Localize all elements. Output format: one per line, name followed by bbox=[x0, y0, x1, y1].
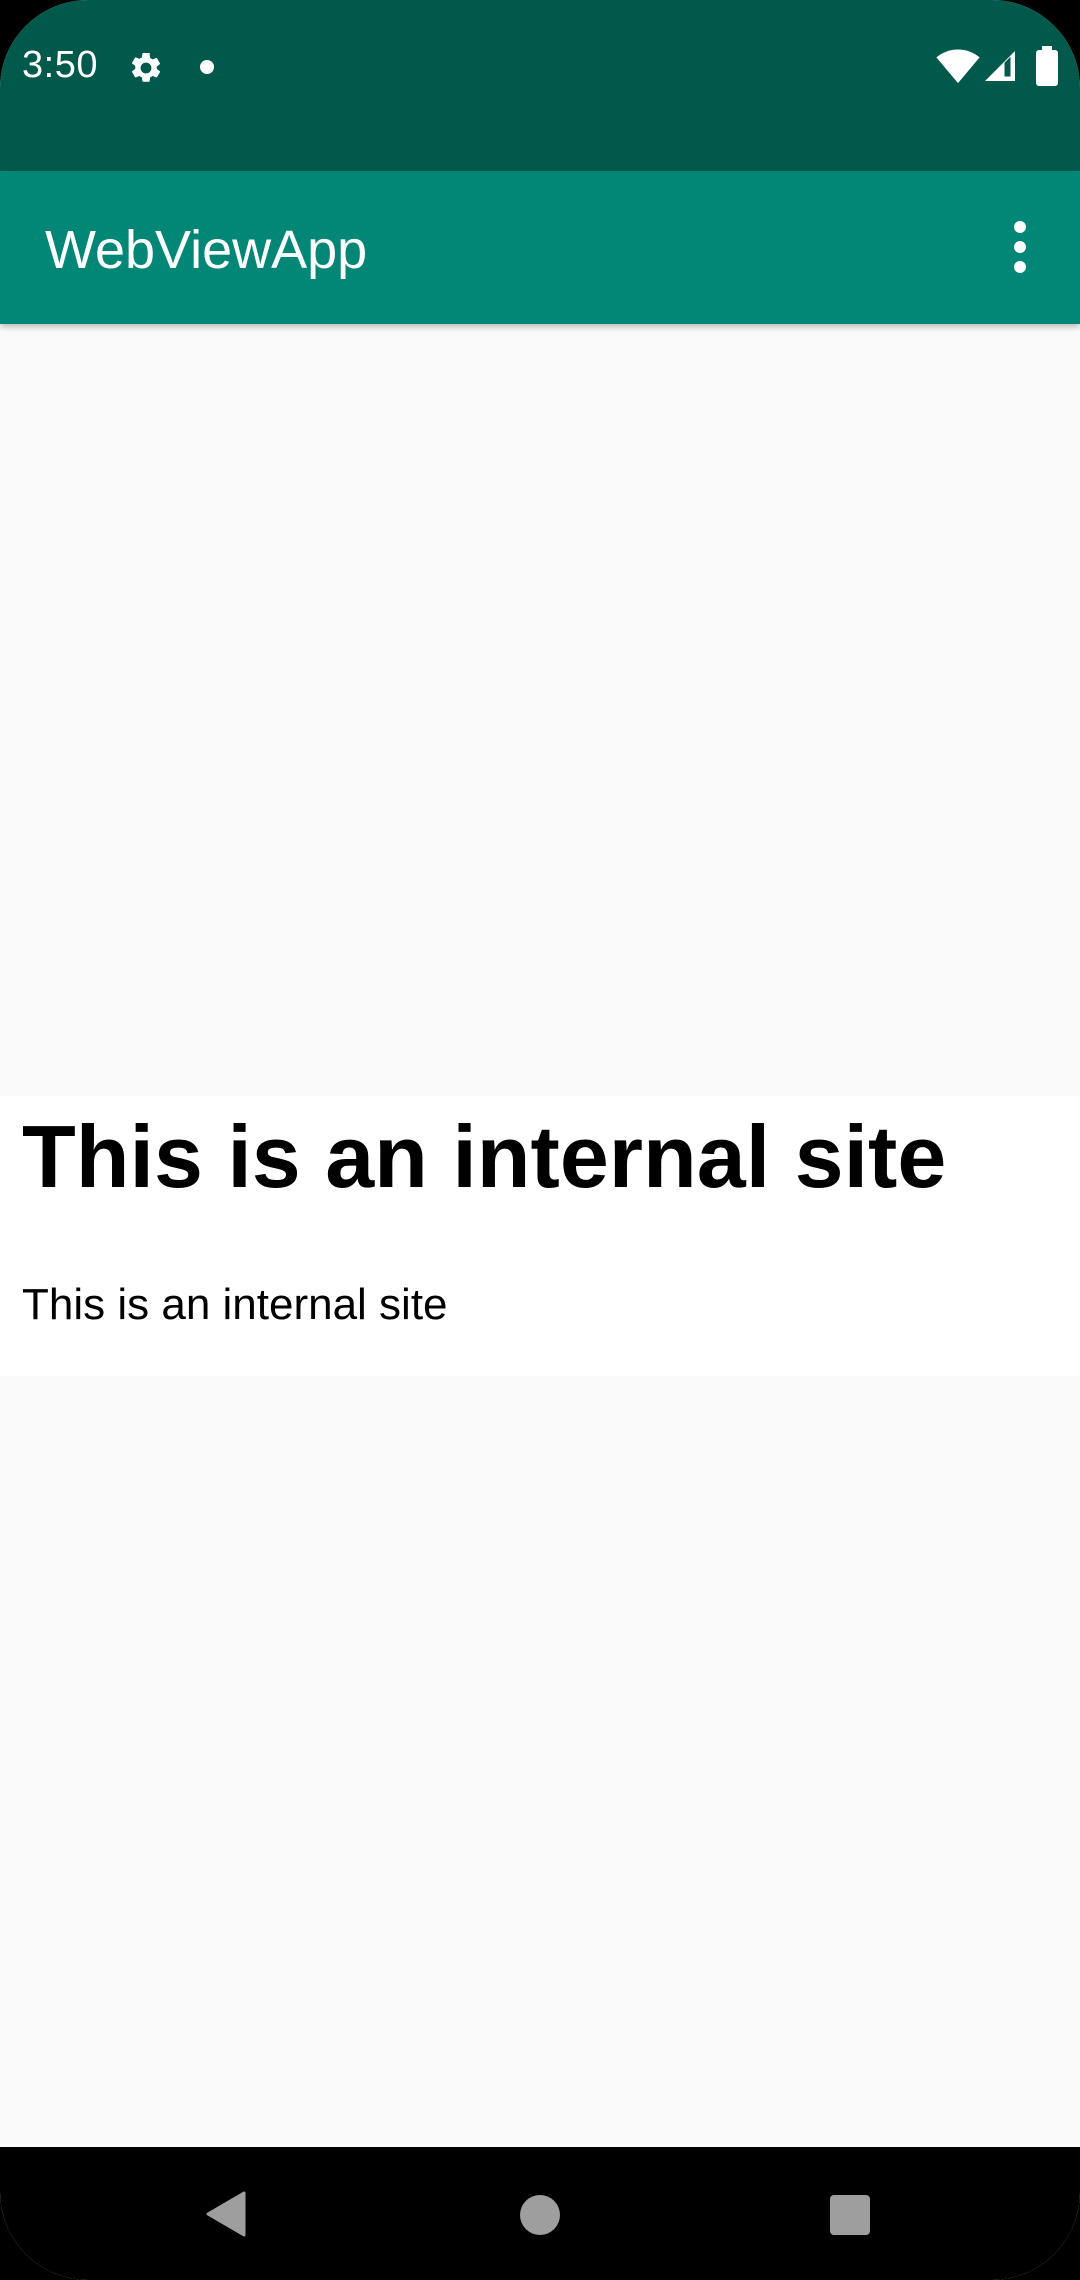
web-paragraph: This is an internal site bbox=[22, 1280, 448, 1329]
app-title: WebViewApp bbox=[45, 220, 368, 280]
web-heading: This is an internal site bbox=[22, 1107, 947, 1206]
home-icon[interactable] bbox=[520, 2195, 560, 2235]
menu-dot bbox=[1014, 261, 1026, 273]
webview[interactable]: This is an internal site This is an inte… bbox=[0, 1096, 1080, 1376]
more-vert-icon[interactable] bbox=[998, 207, 1042, 287]
menu-dot bbox=[1014, 241, 1026, 253]
notification-dot-icon bbox=[200, 60, 214, 74]
settings-icon bbox=[132, 52, 161, 82]
battery-icon bbox=[1036, 46, 1058, 86]
app-bar: WebViewApp bbox=[0, 171, 1080, 324]
menu-dot bbox=[1014, 221, 1026, 233]
back-icon[interactable] bbox=[204, 2191, 246, 2237]
status-time: 3:50 bbox=[22, 44, 98, 86]
main-content: This is an internal site This is an inte… bbox=[0, 324, 1080, 2147]
signal-icon bbox=[985, 51, 1015, 81]
wifi-icon bbox=[936, 49, 980, 84]
phone-screen: 3:50 WebViewApp This is an internal site… bbox=[0, 0, 1080, 2280]
status-bar: 3:50 bbox=[0, 0, 1080, 171]
navigation-bar bbox=[0, 2147, 1080, 2280]
recents-icon[interactable] bbox=[830, 2195, 870, 2235]
